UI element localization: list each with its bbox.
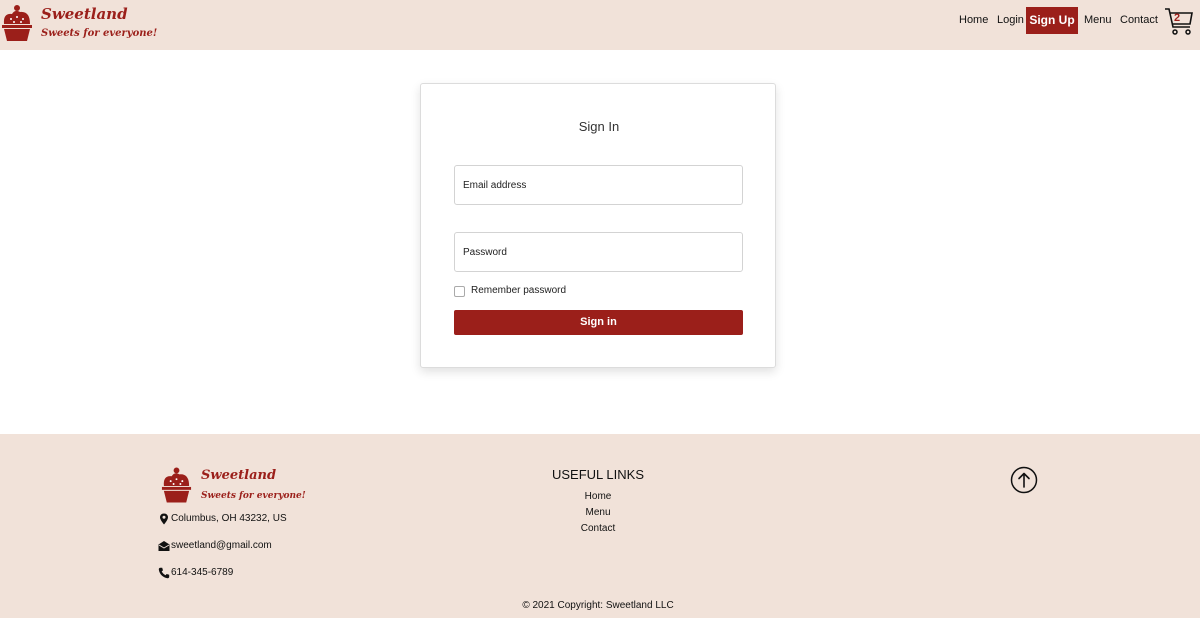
cart-count-badge: 2 <box>1174 12 1181 24</box>
brand-logo[interactable]: Sweetland Sweets for everyone! <box>0 2 157 46</box>
site-footer: Sweetland Sweets for everyone! Columbus,… <box>0 434 1200 618</box>
footer-link-menu[interactable]: Menu <box>498 507 698 518</box>
nav-home-link[interactable]: Home <box>959 14 988 26</box>
password-field[interactable] <box>454 232 743 272</box>
footer-brand-logo[interactable]: Sweetland Sweets for everyone! <box>160 466 306 506</box>
footer-link-home[interactable]: Home <box>498 491 698 502</box>
footer-address-text: Columbus, OH 43232, US <box>171 513 287 524</box>
envelope-icon <box>158 541 170 551</box>
phone-icon <box>158 567 170 579</box>
remember-password-label: Remember password <box>471 285 567 296</box>
nav-menu-link[interactable]: Menu <box>1084 14 1112 26</box>
site-header: Sweetland Sweets for everyone! Home Logi… <box>0 0 1200 50</box>
nav-signup-button[interactable]: Sign Up <box>1026 7 1078 34</box>
footer-phone-text[interactable]: 614-345-6789 <box>171 567 233 578</box>
map-pin-icon <box>160 513 168 525</box>
email-input[interactable] <box>455 166 742 204</box>
footer-brand-tagline: Sweets for everyone! <box>201 491 306 501</box>
footer-brand-name: Sweetland <box>201 468 277 483</box>
brand-name: Sweetland <box>41 5 128 23</box>
footer-link-contact[interactable]: Contact <box>498 523 698 534</box>
nav-contact-link[interactable]: Contact <box>1120 14 1158 26</box>
signin-title: Sign In <box>578 119 620 134</box>
brand-tagline: Sweets for everyone! <box>41 28 158 39</box>
footer-email-text[interactable]: sweetland@gmail.com <box>171 540 272 551</box>
nav-login-link[interactable]: Login <box>997 14 1024 26</box>
signin-card: Sign In Remember password Sign in <box>420 83 776 368</box>
arrow-up-circle-icon[interactable] <box>1010 466 1038 494</box>
password-input[interactable] <box>455 233 742 271</box>
cupcake-icon <box>161 467 192 503</box>
useful-links-title: USEFUL LINKS <box>552 467 644 482</box>
email-field[interactable] <box>454 165 743 205</box>
cupcake-icon <box>2 5 32 41</box>
copyright-text: © 2021 Copyright: Sweetland LLC <box>522 600 674 611</box>
signin-button[interactable]: Sign in <box>454 310 743 335</box>
remember-password-checkbox[interactable] <box>454 286 465 297</box>
